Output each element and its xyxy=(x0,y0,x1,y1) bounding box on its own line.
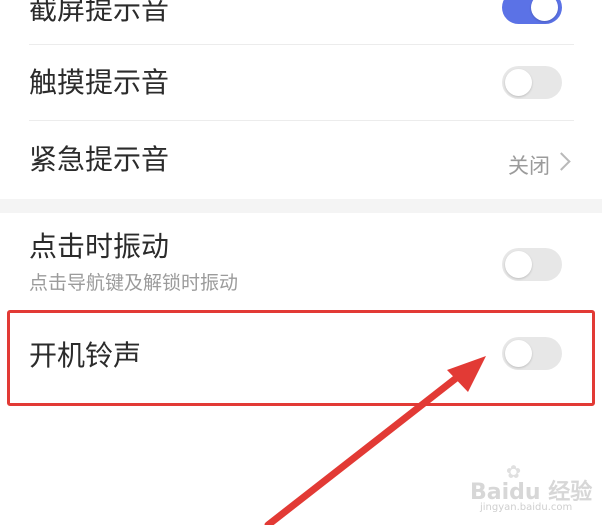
watermark-url: jingyan.baidu.com xyxy=(480,502,573,513)
annotation-arrow-icon xyxy=(264,356,486,525)
watermark: ✿ Baidu 经验 jingyan.baidu.com xyxy=(466,462,592,520)
